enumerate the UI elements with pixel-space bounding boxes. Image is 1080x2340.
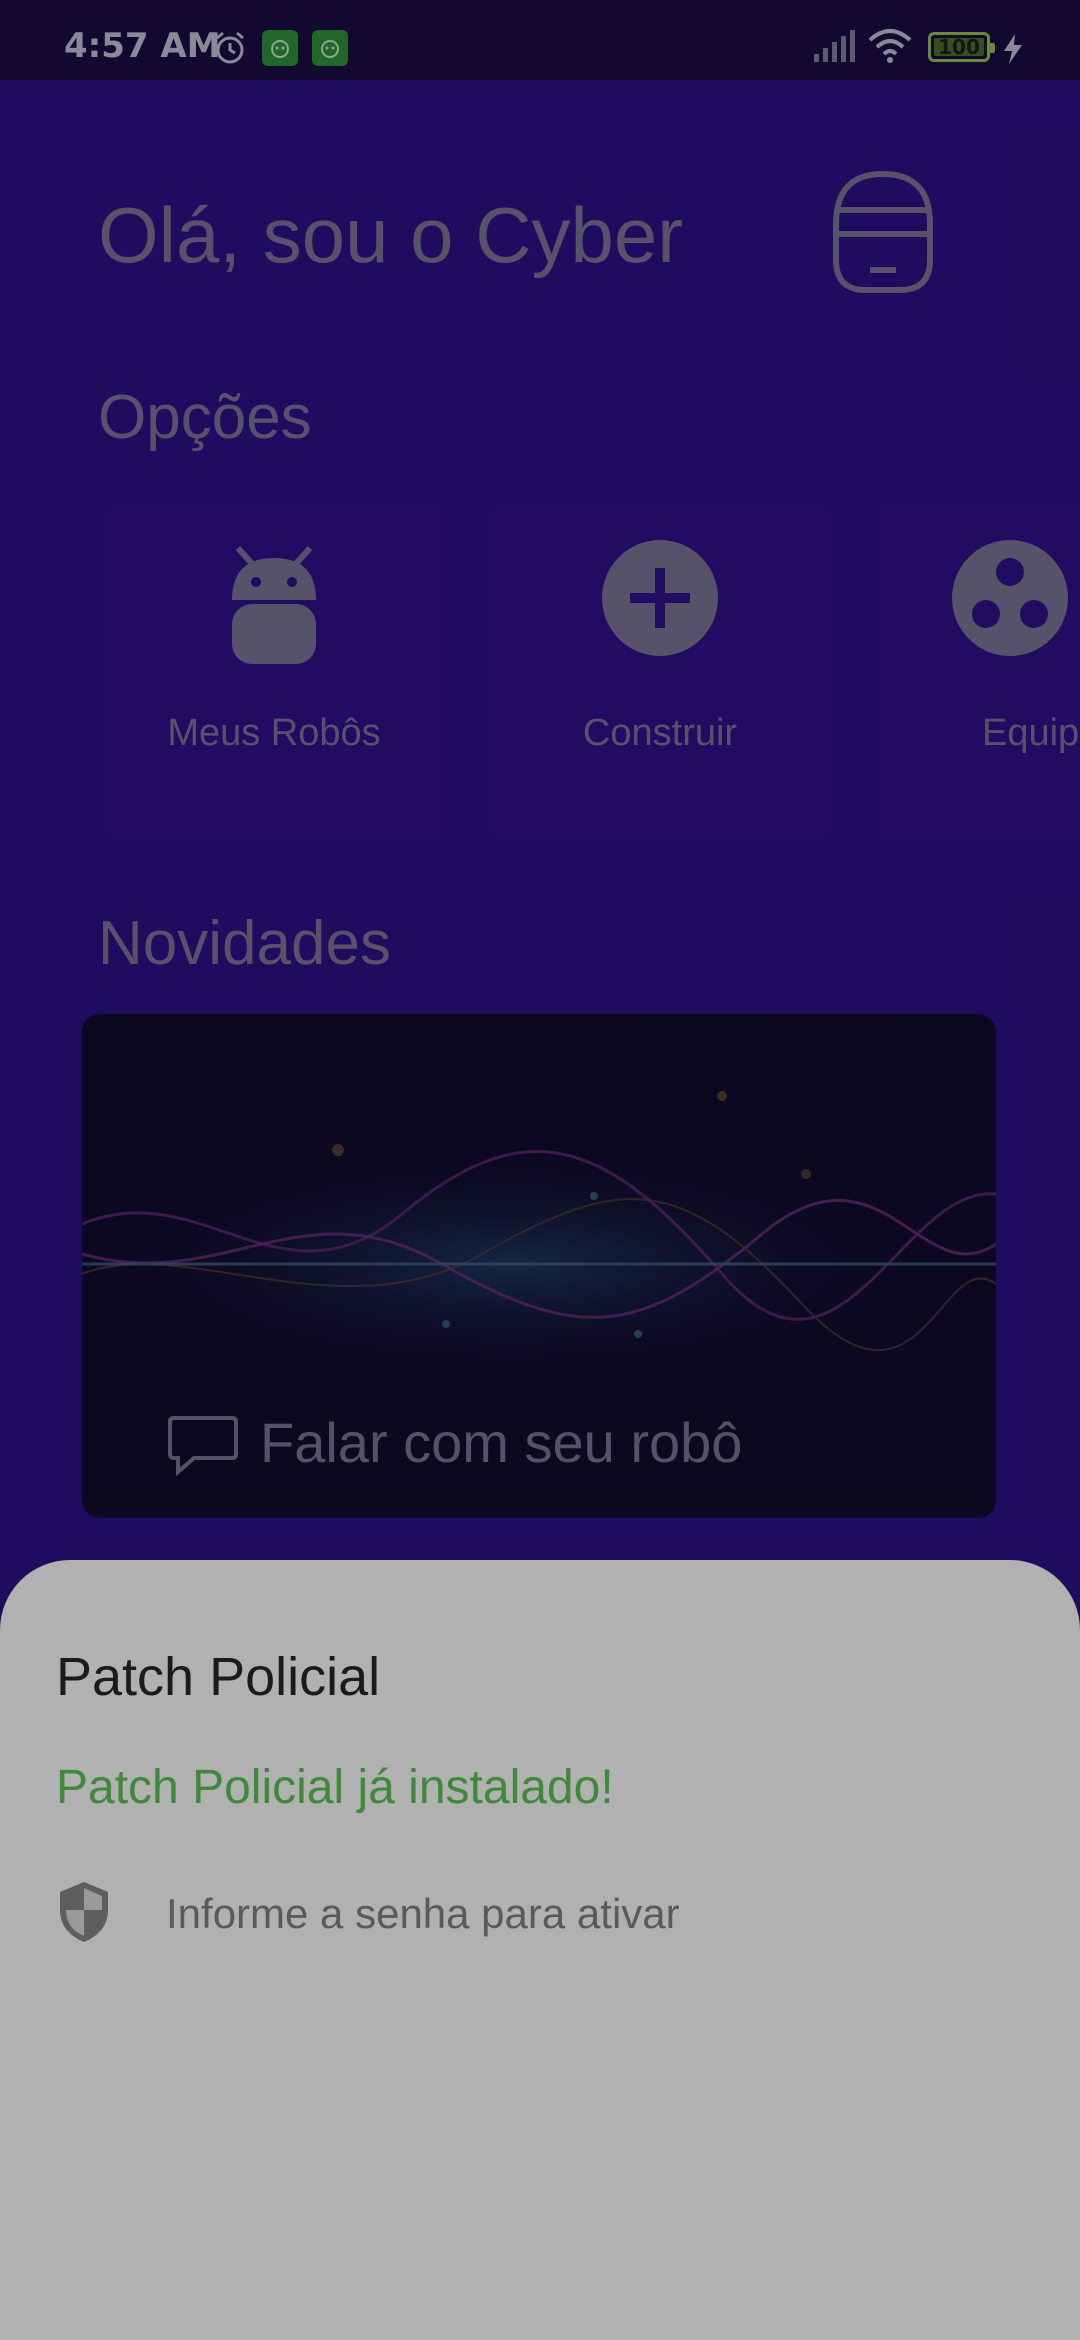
group-icon bbox=[952, 540, 1068, 656]
chat-bubble-icon bbox=[168, 1416, 238, 1477]
talk-to-robot-banner[interactable]: Falar com seu robô bbox=[82, 1014, 996, 1518]
signal-icon bbox=[814, 30, 855, 62]
status-bar: 4:57 AM 100 bbox=[0, 0, 1080, 80]
battery-icon: 100 bbox=[928, 32, 995, 62]
option-label: Equip bbox=[982, 712, 1080, 754]
greeting-title: Olá, sou o Cyber bbox=[98, 191, 684, 279]
robot-helmet-icon[interactable] bbox=[828, 168, 938, 296]
sheet-title: Patch Policial bbox=[56, 1647, 381, 1707]
charging-icon bbox=[1004, 34, 1022, 64]
news-title: Novidades bbox=[98, 909, 391, 978]
status-time: 4:57 AM bbox=[64, 26, 221, 66]
options-carousel[interactable]: Meus Robôs Construir Equip bbox=[108, 504, 1080, 844]
option-card-meus-robos[interactable]: Meus Robôs bbox=[108, 504, 440, 838]
option-label: Construir bbox=[582, 712, 738, 754]
shield-icon bbox=[60, 1882, 108, 1942]
enter-password-row[interactable]: Informe a senha para ativar bbox=[56, 1870, 1024, 1960]
patch-bottom-sheet: Patch Policial Patch Policial já instala… bbox=[0, 1560, 1080, 2340]
app-notification-icon bbox=[262, 30, 298, 66]
option-label: Meus Robôs bbox=[167, 712, 381, 754]
add-circle-icon bbox=[602, 540, 718, 656]
option-card-equip[interactable]: Equip bbox=[880, 504, 1080, 838]
banner-label: Falar com seu robô bbox=[260, 1411, 743, 1474]
options-title: Opções bbox=[98, 383, 312, 452]
install-status: Patch Policial já instalado! bbox=[56, 1761, 614, 1814]
enter-password-label: Informe a senha para ativar bbox=[166, 1890, 680, 1937]
app-notification-icon bbox=[312, 30, 348, 66]
alarm-icon bbox=[216, 31, 244, 64]
option-card-construir[interactable]: Construir bbox=[494, 504, 826, 838]
android-robot-icon bbox=[232, 546, 316, 664]
wifi-icon bbox=[868, 29, 912, 63]
battery-level: 100 bbox=[938, 35, 980, 59]
